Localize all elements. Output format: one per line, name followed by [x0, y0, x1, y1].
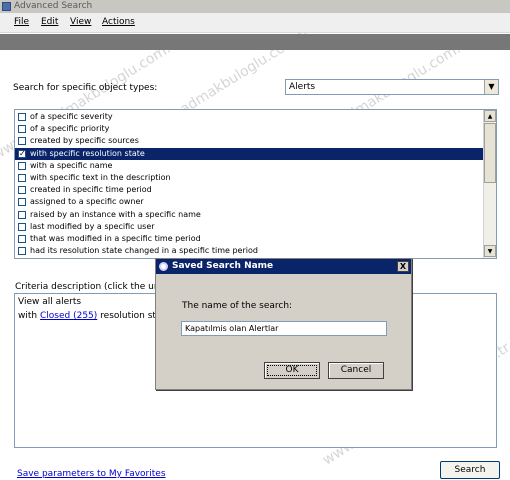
list-item[interactable]: with specific text in the description: [15, 172, 483, 184]
menu-actions[interactable]: Actions: [102, 17, 135, 27]
criteria-checkbox[interactable]: [18, 210, 26, 219]
criteria-label: last modified by a specific user: [30, 221, 155, 231]
list-item[interactable]: had its resolution state changed in a sp…: [15, 245, 483, 257]
criteria-label: had its resolution state changed in a sp…: [30, 246, 258, 256]
criteria-checkbox[interactable]: [18, 113, 26, 121]
object-type-label: Search for specific object types:: [13, 83, 158, 93]
object-type-dropdown[interactable]: Alerts ▼: [285, 79, 499, 95]
list-item[interactable]: assigned to a specific owner: [15, 196, 483, 208]
chevron-down-icon[interactable]: ▼: [484, 80, 498, 94]
search-name-label: The name of the search:: [182, 301, 293, 311]
window-title: Advanced Search: [14, 1, 93, 11]
ok-button[interactable]: OK: [264, 362, 320, 379]
criteria-prefix: with: [18, 311, 38, 321]
criteria-label: with a specific name: [30, 160, 113, 170]
list-item[interactable]: that was modified in a specific time per…: [15, 233, 483, 245]
criteria-checkbox[interactable]: [18, 186, 26, 195]
criteria-label: created in specific time period: [30, 185, 152, 195]
criteria-line-1: View all alerts: [18, 297, 82, 307]
object-type-value: Alerts: [289, 82, 316, 92]
resolution-state-link[interactable]: Closed (255): [40, 311, 97, 321]
criteria-list[interactable]: of a specific severity of a specific prio…: [14, 109, 497, 259]
list-item[interactable]: raised by an instance with a specific na…: [15, 209, 483, 221]
scroll-down-icon[interactable]: ▼: [484, 245, 496, 257]
criteria-label: of a specific priority: [30, 124, 110, 134]
cancel-button[interactable]: Cancel: [328, 362, 384, 379]
criteria-checkbox[interactable]: [18, 235, 26, 243]
criteria-label: that was modified in a specific time per…: [30, 234, 201, 243]
save-favorites-link[interactable]: Save parameters to My Favorites: [17, 469, 166, 479]
criteria-line-2: with Closed (255) resolution state: [18, 311, 171, 321]
criteria-label: assigned to a specific owner: [30, 197, 144, 207]
dialog-app-icon: [159, 262, 168, 271]
list-item[interactable]: with a specific name: [15, 160, 483, 172]
criteria-label: raised by an instance with a specific na…: [30, 209, 201, 219]
list-scrollbar[interactable]: ▲ ▼: [483, 110, 496, 258]
dialog-title: Saved Search Name: [172, 261, 274, 271]
list-item[interactable]: last modified by a specific user: [15, 221, 483, 233]
toolbar-band: [0, 34, 510, 50]
criteria-checkbox[interactable]: [18, 161, 26, 170]
criteria-checkbox[interactable]: [18, 137, 26, 146]
list-item[interactable]: of a specific priority: [15, 123, 483, 135]
criteria-checkbox[interactable]: [18, 174, 26, 182]
criteria-checkbox[interactable]: [18, 148, 26, 160]
menu-edit[interactable]: Edit: [41, 17, 58, 27]
list-item[interactable]: of a specific severity: [15, 111, 483, 123]
close-icon[interactable]: X: [397, 261, 409, 272]
criteria-checkbox[interactable]: [18, 222, 26, 231]
scroll-thumb[interactable]: [484, 123, 496, 183]
criteria-label: created by specific sources: [30, 136, 139, 146]
menu-bar: File Edit View Actions: [0, 13, 510, 33]
title-bar: Advanced Search: [0, 0, 510, 13]
criteria-checkbox[interactable]: [18, 198, 26, 207]
list-item[interactable]: with specific resolution state: [15, 147, 483, 160]
search-button[interactable]: Search: [440, 461, 500, 479]
scroll-up-icon[interactable]: ▲: [484, 110, 496, 122]
list-item[interactable]: created by specific sources: [15, 135, 483, 147]
criteria-label: of a specific severity: [30, 112, 113, 121]
search-app-icon: [2, 2, 11, 11]
dialog-title-bar[interactable]: Saved Search Name X: [156, 259, 411, 274]
criteria-label: with specific resolution state: [30, 148, 145, 158]
menu-file[interactable]: File: [14, 17, 29, 27]
list-item[interactable]: created in specific time period: [15, 184, 483, 196]
criteria-label: with specific text in the description: [30, 173, 171, 182]
criteria-checkbox[interactable]: [18, 125, 26, 134]
search-name-input[interactable]: Kapatılmis olan Alertlar: [181, 321, 387, 336]
criteria-checkbox[interactable]: [18, 247, 26, 256]
saved-search-dialog: Saved Search Name X The name of the sear…: [155, 258, 412, 390]
menu-view[interactable]: View: [70, 17, 91, 27]
